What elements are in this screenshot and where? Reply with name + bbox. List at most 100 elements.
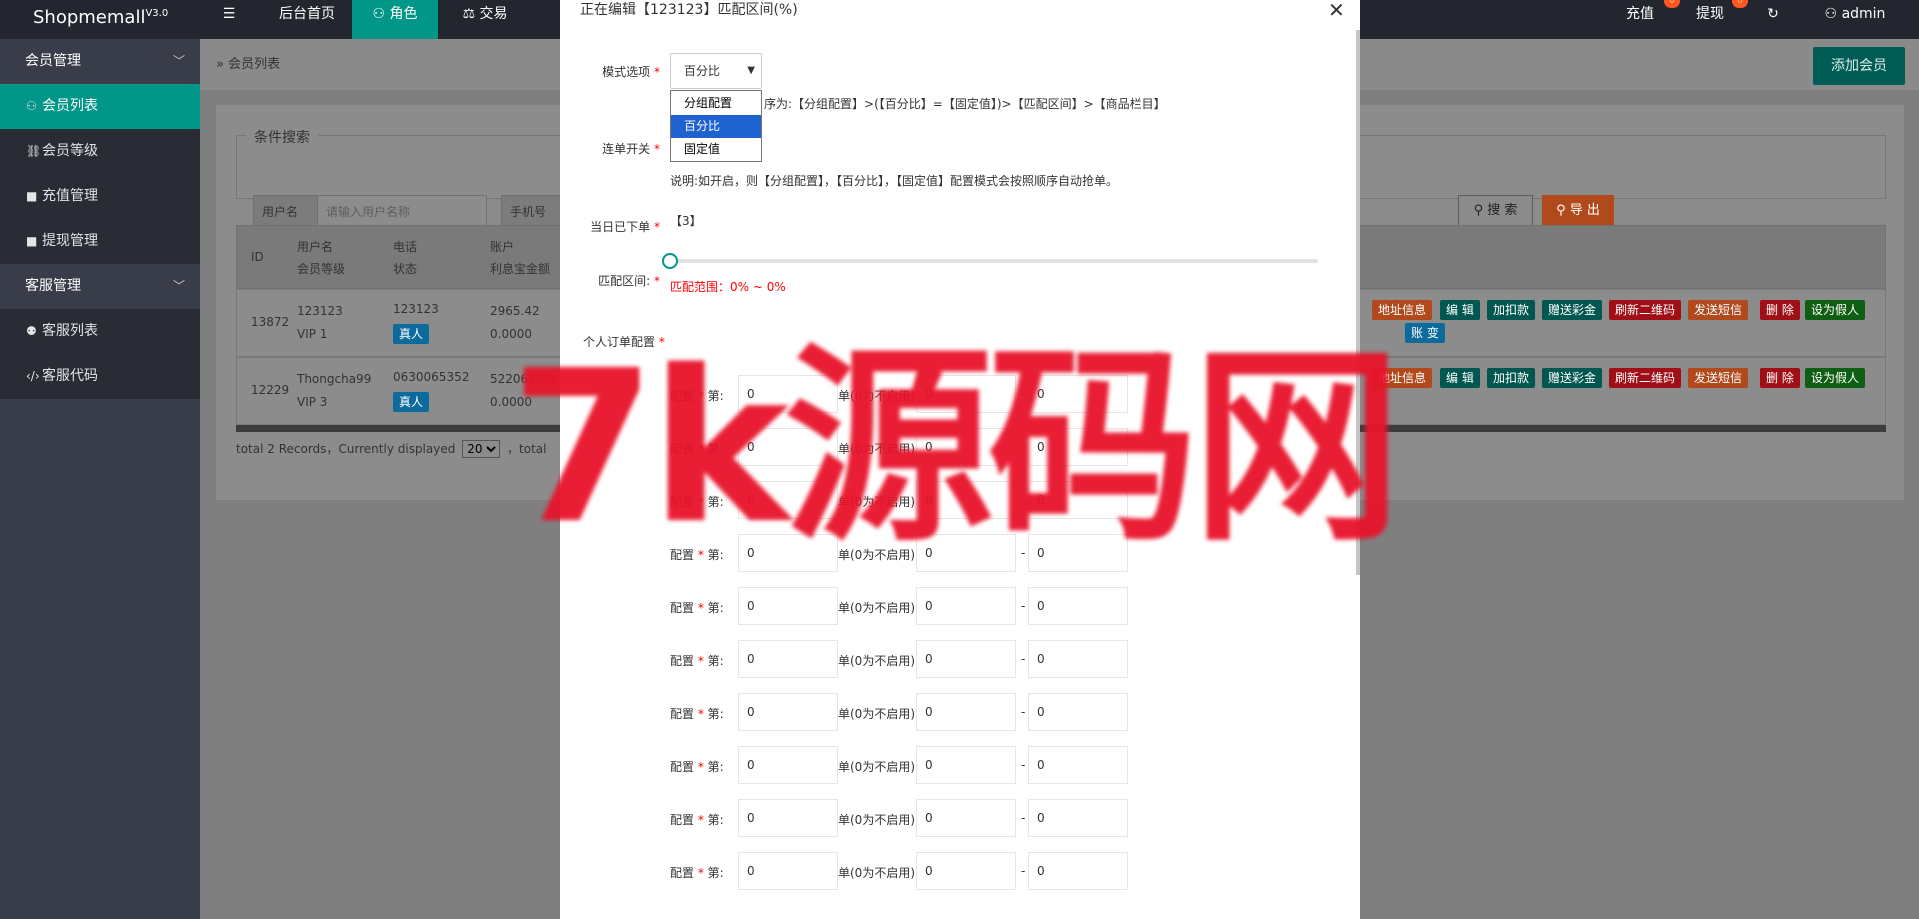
range-dash: - bbox=[1021, 599, 1026, 613]
range-min-input[interactable]: 0 bbox=[916, 746, 1016, 784]
app-logo[interactable]: ShopmemallV3.0 bbox=[0, 0, 200, 39]
watermark-overlay: 7k源码网 bbox=[510, 325, 1402, 570]
withdraw-badge: 0 bbox=[1732, 0, 1748, 8]
sidebar-group-service[interactable]: 客服管理 ﹀ bbox=[0, 264, 200, 309]
set-fake-button[interactable]: 设为假人 bbox=[1805, 300, 1866, 320]
refresh-qr-button[interactable]: 刷新二维码 bbox=[1609, 300, 1682, 320]
mode-priority-note: 序为:【分组配置】>(【百分比】=【固定值】)>【匹配区间】>【商品栏目】 bbox=[764, 97, 1166, 111]
adjust-balance-button[interactable]: 加扣款 bbox=[1487, 368, 1536, 388]
nav-admin-user[interactable]: ⚇ admin bbox=[1815, 0, 1895, 39]
range-dash: - bbox=[1021, 705, 1026, 719]
address-info-button[interactable]: 地址信息 bbox=[1372, 300, 1433, 320]
refresh-qr-button[interactable]: 刷新二维码 bbox=[1609, 368, 1682, 388]
logo-text: Shopmemall bbox=[33, 7, 146, 28]
range-slider-handle[interactable] bbox=[662, 253, 678, 269]
config-row-label: 配置 * 第: bbox=[670, 654, 724, 668]
range-max-input[interactable]: 0 bbox=[1028, 852, 1128, 890]
config-row: 配置 * 第: 0 单(0为不启用) 0-0 bbox=[560, 799, 1360, 837]
page-size-select[interactable]: 20 bbox=[462, 440, 501, 458]
users-icon: ⚉ bbox=[26, 324, 37, 338]
order-unit-text: 单(0为不启用) bbox=[838, 707, 915, 721]
delete-button[interactable]: 删 除 bbox=[1760, 368, 1800, 388]
status-badge: 真人 bbox=[393, 392, 430, 412]
adjust-balance-button[interactable]: 加扣款 bbox=[1487, 300, 1536, 320]
sidebar-group-member[interactable]: 会员管理 ﹀ bbox=[0, 39, 200, 84]
config-row-label: 配置 * 第: bbox=[670, 601, 724, 615]
config-row: 配置 * 第: 0 单(0为不启用) 0-0 bbox=[560, 693, 1360, 731]
order-unit-text: 单(0为不启用) bbox=[838, 760, 915, 774]
mode-option-group[interactable]: 分组配置 bbox=[671, 92, 761, 115]
search-button[interactable]: ⚲ 搜 索 bbox=[1458, 195, 1533, 227]
order-number-input[interactable]: 0 bbox=[738, 799, 838, 837]
range-min-input[interactable]: 0 bbox=[916, 799, 1016, 837]
nav-trade[interactable]: ⚖ 交易 bbox=[440, 0, 530, 39]
range-max-input[interactable]: 0 bbox=[1028, 746, 1128, 784]
status-badge: 真人 bbox=[393, 324, 430, 344]
sidebar-item-service-code[interactable]: ‹/› 客服代码 bbox=[0, 354, 200, 399]
order-unit-text: 单(0为不启用) bbox=[838, 866, 915, 880]
order-number-input[interactable]: 0 bbox=[738, 693, 838, 731]
sidebar-item-withdraw[interactable]: ■ 提现管理 bbox=[0, 219, 200, 264]
config-row: 配置 * 第: 0 单(0为不启用) 0-0 bbox=[560, 746, 1360, 784]
send-sms-button[interactable]: 发送短信 bbox=[1688, 368, 1749, 388]
range-max-input[interactable]: 0 bbox=[1028, 640, 1128, 678]
order-number-input[interactable]: 0 bbox=[738, 640, 838, 678]
order-number-input[interactable]: 0 bbox=[738, 746, 838, 784]
mode-option-fixed[interactable]: 固定值 bbox=[671, 138, 761, 161]
switch-note: 说明:如开启，则【分组配置】，【百分比】，【固定值】配置模式会按照顺序自动抢单。 bbox=[670, 174, 1119, 188]
phone-label: 手机号码 bbox=[501, 195, 561, 227]
set-fake-button[interactable]: 设为假人 bbox=[1805, 368, 1866, 388]
export-button[interactable]: ⚲ 导 出 bbox=[1542, 195, 1614, 227]
user-icon: ⚇ bbox=[1824, 6, 1842, 22]
range-min-input[interactable]: 0 bbox=[916, 640, 1016, 678]
chevron-down-icon: ﹀ bbox=[172, 279, 185, 293]
config-row-label: 配置 * 第: bbox=[670, 707, 724, 721]
nav-recharge[interactable]: 充值 0 bbox=[1610, 0, 1680, 39]
sidebar-item-recharge[interactable]: ■ 充值管理 bbox=[0, 174, 200, 219]
order-unit-text: 单(0为不启用) bbox=[838, 601, 915, 615]
config-row-label: 配置 * 第: bbox=[670, 813, 724, 827]
range-min-input[interactable]: 0 bbox=[916, 852, 1016, 890]
config-row-label: 配置 * 第: bbox=[670, 866, 724, 880]
pagination: total 2 Records，Currently displayed 20 ，… bbox=[236, 440, 546, 458]
sidebar: 会员管理 ﹀ ⚇ 会员列表 ⛓会员等级 ■ 充值管理 ■ 提现管理 客服管理 ﹀ ⚉ 客服列… bbox=[0, 39, 200, 919]
mode-option-percent[interactable]: 百分比 bbox=[671, 115, 761, 138]
bonus-button[interactable]: 赠送彩金 bbox=[1542, 368, 1603, 388]
mode-select[interactable]: 百分比 ▼ bbox=[670, 53, 762, 89]
range-dash: - bbox=[1021, 864, 1026, 878]
config-row: 配置 * 第: 0 单(0为不启用) 0-0 bbox=[560, 640, 1360, 678]
edit-button[interactable]: 编 辑 bbox=[1440, 300, 1480, 320]
nav-home[interactable]: 后台首页 bbox=[262, 0, 352, 39]
range-max-input[interactable]: 0 bbox=[1028, 693, 1128, 731]
chat-icon: ■ bbox=[26, 189, 38, 203]
range-max-input[interactable]: 0 bbox=[1028, 799, 1128, 837]
search-legend: 条件搜索 bbox=[246, 127, 318, 147]
chevron-down-icon: ﹀ bbox=[172, 54, 185, 68]
bonus-button[interactable]: 赠送彩金 bbox=[1542, 300, 1603, 320]
refresh-icon[interactable]: ↻ bbox=[1760, 0, 1786, 39]
range-slider-track[interactable] bbox=[670, 259, 1318, 263]
link-icon: ⛓ bbox=[26, 144, 42, 158]
code-icon: ‹/› bbox=[26, 369, 40, 383]
delete-button[interactable]: 删 除 bbox=[1760, 300, 1800, 320]
range-min-input[interactable]: 0 bbox=[916, 587, 1016, 625]
nav-role[interactable]: ⚇ 角色 bbox=[352, 0, 438, 39]
order-number-input[interactable]: 0 bbox=[738, 587, 838, 625]
order-number-input[interactable]: 0 bbox=[738, 852, 838, 890]
sidebar-item-member-level[interactable]: ⛓会员等级 bbox=[0, 129, 200, 174]
username-input[interactable]: 请输入用户名称 bbox=[317, 195, 487, 227]
menu-toggle-icon[interactable]: ☰ bbox=[215, 0, 243, 39]
range-min-input[interactable]: 0 bbox=[916, 693, 1016, 731]
sidebar-item-service-list[interactable]: ⚉ 客服列表 bbox=[0, 309, 200, 354]
send-sms-button[interactable]: 发送短信 bbox=[1688, 300, 1749, 320]
username-label: 用户名称 bbox=[253, 195, 318, 251]
user-icon: ⚇ bbox=[372, 6, 390, 22]
recharge-badge: 0 bbox=[1664, 0, 1680, 8]
sidebar-item-member-list[interactable]: ⚇ 会员列表 bbox=[0, 84, 200, 129]
scale-icon: ⚖ bbox=[462, 6, 480, 22]
add-member-button[interactable]: 添加会员 bbox=[1813, 47, 1905, 85]
nav-withdraw[interactable]: 提现 0 bbox=[1680, 0, 1748, 39]
config-row-label: 配置 * 第: bbox=[670, 760, 724, 774]
close-icon[interactable]: ✕ bbox=[1328, 0, 1345, 20]
range-max-input[interactable]: 0 bbox=[1028, 587, 1128, 625]
